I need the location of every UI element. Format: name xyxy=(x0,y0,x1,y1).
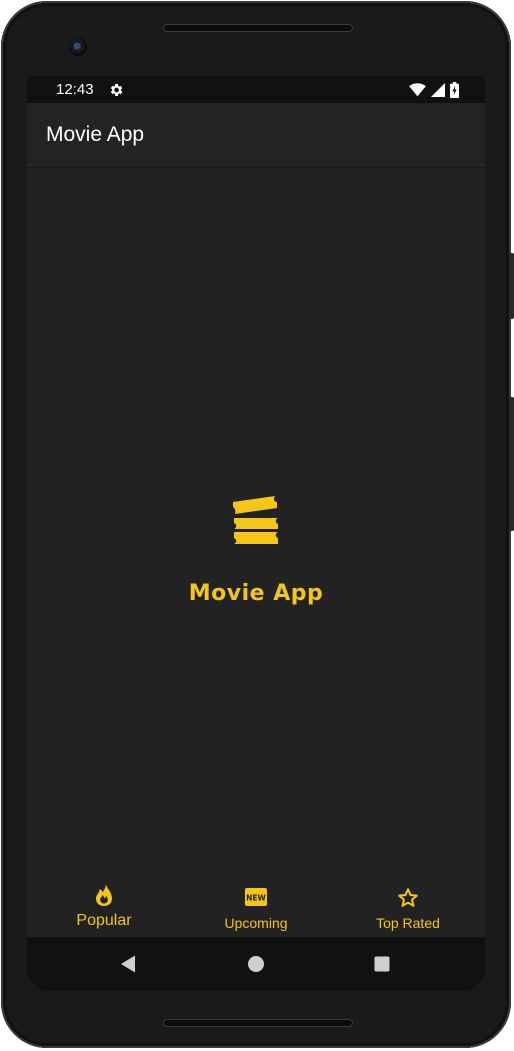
app-bar: Movie App xyxy=(27,103,485,166)
nav-item-popular[interactable]: Popular xyxy=(28,873,180,937)
fire-icon xyxy=(96,884,112,906)
nav-label-upcoming: Upcoming xyxy=(224,915,288,931)
nav-label-top-rated: Top Rated xyxy=(376,915,440,931)
battery-charging-icon xyxy=(450,82,459,98)
movie-ticket-icon xyxy=(233,496,278,544)
top-speaker xyxy=(163,24,353,32)
system-navigation-bar xyxy=(27,937,485,991)
status-icons xyxy=(409,82,459,98)
recents-icon[interactable] xyxy=(370,952,394,976)
nav-item-top-rated[interactable]: Top Rated xyxy=(332,873,484,937)
phone-frame: 12:43 Movie App Movie App Popular NEW Up… xyxy=(1,1,514,1048)
bottom-speaker xyxy=(163,1019,353,1027)
front-camera xyxy=(69,38,87,56)
splash-title: Movie App xyxy=(188,581,324,606)
cellular-signal-icon xyxy=(431,83,445,97)
nav-label-popular: Popular xyxy=(76,912,132,929)
status-time: 12:43 xyxy=(56,81,94,98)
gear-icon xyxy=(110,84,123,96)
volume-button xyxy=(509,397,514,531)
new-badge-text: NEW xyxy=(246,894,266,903)
app-bar-title: Movie App xyxy=(46,123,145,146)
wifi-icon xyxy=(409,83,426,97)
screen: 12:43 Movie App Movie App Popular NEW Up… xyxy=(27,76,485,991)
nav-item-upcoming[interactable]: NEW Upcoming xyxy=(180,873,332,937)
status-bar: 12:43 xyxy=(27,76,485,103)
back-icon[interactable] xyxy=(116,952,140,976)
home-icon[interactable] xyxy=(244,952,268,976)
new-badge-icon: NEW xyxy=(245,888,267,906)
bottom-navigation: Popular NEW Upcoming Top Rated xyxy=(27,873,485,937)
star-outline-icon xyxy=(398,888,418,907)
power-button xyxy=(509,253,514,319)
